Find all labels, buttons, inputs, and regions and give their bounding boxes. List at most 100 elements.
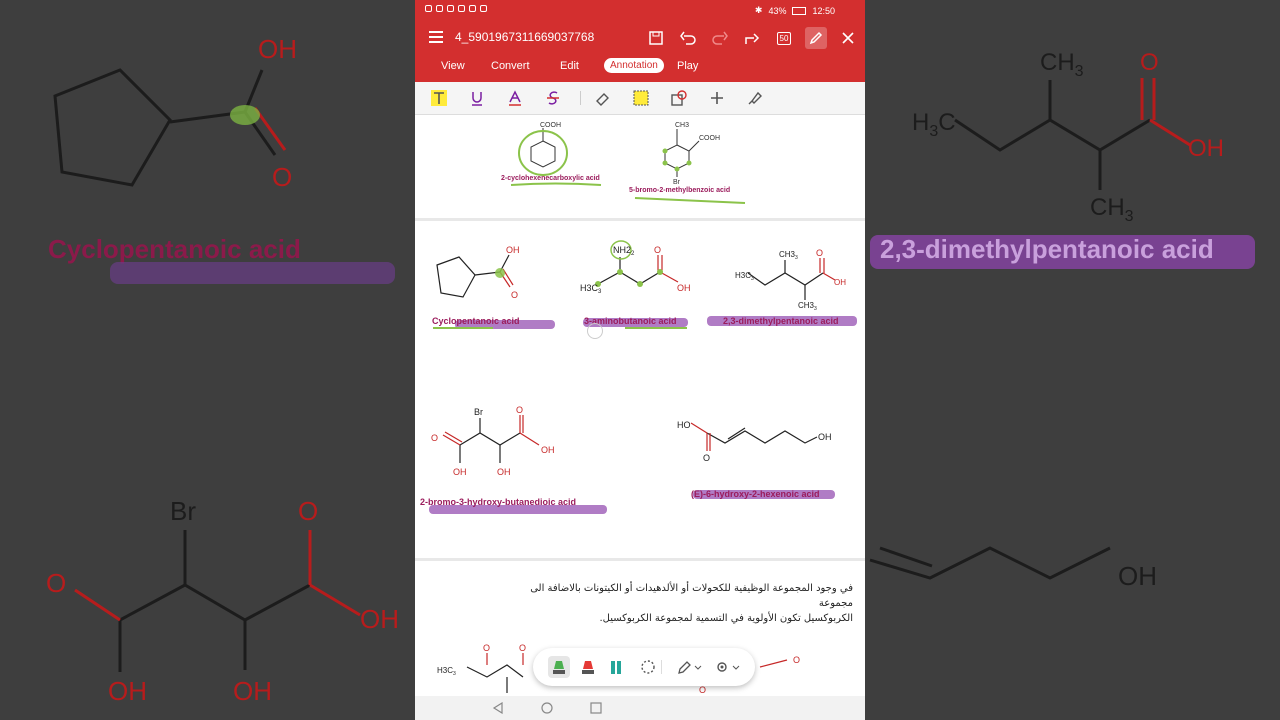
svg-text:OH: OH xyxy=(818,432,832,442)
svg-text:H3C3: H3C3 xyxy=(735,271,754,282)
tab-view[interactable]: View xyxy=(441,60,465,72)
highlighter-teal-button[interactable] xyxy=(605,656,627,678)
battery-icon xyxy=(792,6,807,15)
pen-icon xyxy=(809,31,823,45)
svg-text:O: O xyxy=(793,655,800,665)
edit-pen-button[interactable] xyxy=(805,27,827,49)
shape-button[interactable] xyxy=(669,88,689,108)
highlighter-red-button[interactable] xyxy=(577,656,599,678)
notification-icon xyxy=(425,5,432,12)
svg-text:OH: OH xyxy=(108,676,147,706)
home-icon[interactable] xyxy=(541,702,553,714)
undo-button[interactable] xyxy=(677,27,699,49)
area-highlight-icon xyxy=(633,90,649,106)
tab-edit[interactable]: Edit xyxy=(560,60,579,72)
svg-text:Br: Br xyxy=(673,179,681,186)
svg-text:O: O xyxy=(519,643,526,653)
svg-text:O: O xyxy=(46,568,66,598)
annotation-toolbar xyxy=(415,82,865,115)
text-color-button[interactable] xyxy=(505,88,525,108)
notification-icon xyxy=(458,5,465,12)
tab-annotation[interactable]: Annotation xyxy=(604,58,664,73)
background-left-label: Cyclopentanoic acid xyxy=(48,234,301,264)
svg-text:O: O xyxy=(272,162,292,192)
settings-button[interactable] xyxy=(713,656,743,678)
undo-icon xyxy=(680,31,696,45)
svg-text:OH: OH xyxy=(360,604,399,634)
shape-icon xyxy=(671,90,687,106)
marker-icon xyxy=(582,661,594,674)
stamp-icon xyxy=(748,91,762,105)
top-structures: COOH CH3 COOH Br xyxy=(510,122,746,204)
plus-icon xyxy=(711,92,723,104)
area-highlight-button[interactable] xyxy=(631,88,651,108)
svg-text:O: O xyxy=(516,405,523,415)
strikethrough-button[interactable] xyxy=(543,88,563,108)
notification-icon xyxy=(469,5,476,12)
tab-convert[interactable]: Convert xyxy=(491,60,530,72)
toolbar-divider xyxy=(580,91,581,105)
text-highlight-icon xyxy=(431,90,447,106)
green-underline xyxy=(433,327,493,329)
page-count-button[interactable]: 50 xyxy=(773,27,795,49)
gear-icon xyxy=(717,662,740,672)
system-nav-bar xyxy=(415,696,865,720)
svg-text:O: O xyxy=(298,496,318,526)
svg-text:O: O xyxy=(703,453,710,463)
text-highlight-button[interactable] xyxy=(429,88,449,108)
svg-text:CH33: CH33 xyxy=(779,250,798,261)
eraser-button[interactable] xyxy=(593,88,613,108)
arabic-line: في وجود المجموعة الوظيفية للكحولات أو ال… xyxy=(530,583,853,609)
svg-text:H3C3: H3C3 xyxy=(437,666,456,677)
notification-icon xyxy=(480,5,487,12)
tab-play[interactable]: Play xyxy=(677,60,698,72)
menu-icon[interactable] xyxy=(429,31,443,45)
pen-icon xyxy=(678,661,702,674)
svg-text:O: O xyxy=(431,433,438,443)
share-button[interactable] xyxy=(741,27,763,49)
svg-text:COOH: COOH xyxy=(540,122,561,129)
toolbar-divider xyxy=(661,660,662,674)
svg-text:O: O xyxy=(483,643,490,653)
svg-text:Br: Br xyxy=(170,496,196,526)
share-icon xyxy=(745,33,760,44)
svg-text:OH: OH xyxy=(497,467,511,477)
notification-icons xyxy=(425,5,487,12)
svg-text:COOH: COOH xyxy=(699,135,720,142)
highlighter-green-button[interactable] xyxy=(548,656,570,678)
svg-text:OH: OH xyxy=(506,245,520,255)
redo-button[interactable] xyxy=(709,27,731,49)
svg-text:OH: OH xyxy=(541,445,555,455)
underline-icon xyxy=(472,92,482,106)
svg-text:HO: HO xyxy=(677,420,691,430)
svg-text:NH22: NH22 xyxy=(613,245,635,257)
svg-text:CH3: CH3 xyxy=(675,122,689,129)
stamp-button[interactable] xyxy=(745,88,765,108)
svg-text:OH: OH xyxy=(233,676,272,706)
drawing-toolbar xyxy=(533,648,755,686)
bluetooth-icon: ✱ xyxy=(754,5,763,15)
label-bromo-hydroxy-butanedioic: 2-bromo-3-hydroxy-butanedioic acid xyxy=(420,497,577,507)
save-button[interactable] xyxy=(645,27,667,49)
underline-button[interactable] xyxy=(467,88,487,108)
svg-text:O: O xyxy=(816,248,823,258)
close-button[interactable] xyxy=(837,27,859,49)
svg-text:OH: OH xyxy=(258,34,297,64)
svg-text:OH: OH xyxy=(1188,135,1224,162)
back-icon[interactable] xyxy=(492,702,504,714)
highlighter-icon xyxy=(611,661,621,674)
add-button[interactable] xyxy=(707,88,727,108)
svg-text:O: O xyxy=(654,245,661,255)
pen-options-button[interactable] xyxy=(675,656,705,678)
lasso-button[interactable] xyxy=(637,656,659,678)
svg-text:CH33: CH33 xyxy=(798,301,817,312)
recents-icon[interactable] xyxy=(590,702,602,714)
section-divider xyxy=(415,218,865,221)
svg-text:O: O xyxy=(1140,49,1159,76)
page-count-badge: 50 xyxy=(776,31,792,45)
strikethrough-icon xyxy=(547,91,559,105)
highlighter-icon xyxy=(553,661,565,674)
svg-text:O: O xyxy=(699,685,706,695)
label-bromomethylbenzoic: 5-bromo-2-methylbenzoic acid xyxy=(629,187,731,194)
svg-text:OH: OH xyxy=(834,278,846,287)
